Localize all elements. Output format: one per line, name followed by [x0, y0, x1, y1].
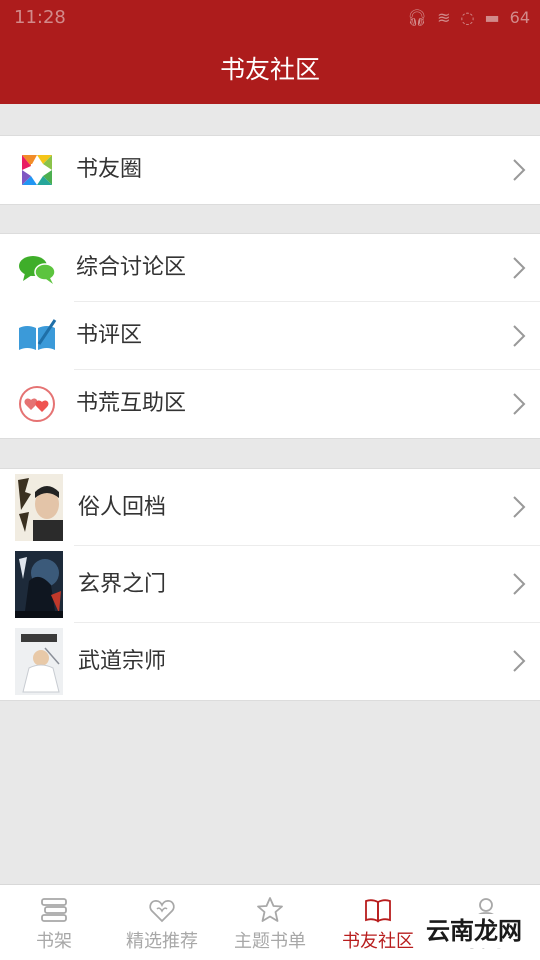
book-reviews-label: 书评区: [76, 323, 143, 348]
list-item-mutual-help[interactable]: 书荒互助区: [0, 370, 540, 438]
battery-level: 64: [509, 8, 530, 27]
colorful-pinwheel-icon: [21, 154, 53, 186]
page: 11:28 🎧︎ ≋ ◌ ▬ 64 书友社区 书友圈 综合讨论区 书评区 书荒互…: [0, 0, 540, 960]
tab-label: 书架: [36, 931, 72, 952]
book-cover-image: [15, 551, 63, 618]
chevron-right-icon: [513, 496, 526, 518]
list-item-book-reviews[interactable]: 书评区: [0, 302, 540, 370]
book-title: 俗人回档: [78, 495, 167, 520]
chat-bubbles-icon: [19, 256, 56, 284]
tab-booklists[interactable]: 主题书单: [216, 885, 324, 960]
tab-community[interactable]: 书友社区: [324, 885, 432, 960]
heart-outline-icon: [149, 900, 175, 923]
moments-group: 书友圈: [0, 135, 540, 205]
list-item-general-discussion[interactable]: 综合讨论区: [0, 234, 540, 302]
general-discussion-label: 综合讨论区: [76, 255, 187, 280]
books-group: 俗人回档 玄界之门 武道宗师: [0, 468, 540, 701]
star-outline-icon: [257, 897, 283, 922]
status-time: 11:28: [14, 7, 66, 28]
headphones-icon: 🎧︎: [406, 8, 428, 27]
book-row[interactable]: 玄界之门: [0, 546, 540, 623]
chevron-right-icon: [513, 159, 526, 181]
list-item-moments[interactable]: 书友圈: [0, 136, 540, 204]
book-title: 玄界之门: [78, 572, 167, 597]
tab-featured[interactable]: 精选推荐: [108, 885, 216, 960]
forum-group: 综合讨论区 书评区 书荒互助区: [0, 233, 540, 439]
moments-label: 书友圈: [76, 157, 143, 182]
chevron-right-icon: [513, 325, 526, 347]
app-header: 书友社区: [0, 36, 540, 104]
tab-label: 精选推荐: [126, 931, 198, 952]
open-book-icon: [365, 899, 391, 923]
chevron-right-icon: [513, 573, 526, 595]
book-cover-image: [15, 474, 63, 541]
sync-icon: ◌: [460, 8, 475, 27]
battery-icon: ▬: [484, 8, 500, 27]
status-bar: 11:28 🎧︎ ≋ ◌ ▬ 64: [0, 0, 540, 36]
book-row[interactable]: 俗人回档: [0, 469, 540, 546]
bookshelf-icon: [41, 898, 67, 922]
book-row[interactable]: 武道宗师: [0, 623, 540, 700]
page-title: 书友社区: [219, 55, 320, 84]
status-icons: 🎧︎ ≋ ◌ ▬ 64: [407, 0, 530, 36]
chevron-right-icon: [513, 257, 526, 279]
watermark: 云南龙网: [420, 914, 528, 948]
hearts-icon: [19, 386, 55, 422]
tab-bookshelf[interactable]: 书架: [0, 885, 108, 960]
book-title: 武道宗师: [78, 649, 167, 674]
tab-label: 书友社区: [342, 931, 414, 952]
chevron-right-icon: [513, 650, 526, 672]
book-pen-icon: [19, 319, 57, 350]
book-cover-image: [15, 628, 63, 695]
tab-label: 主题书单: [234, 931, 306, 952]
chevron-right-icon: [513, 393, 526, 415]
mutual-help-label: 书荒互助区: [76, 391, 187, 416]
wifi-icon: ≋: [437, 8, 451, 27]
